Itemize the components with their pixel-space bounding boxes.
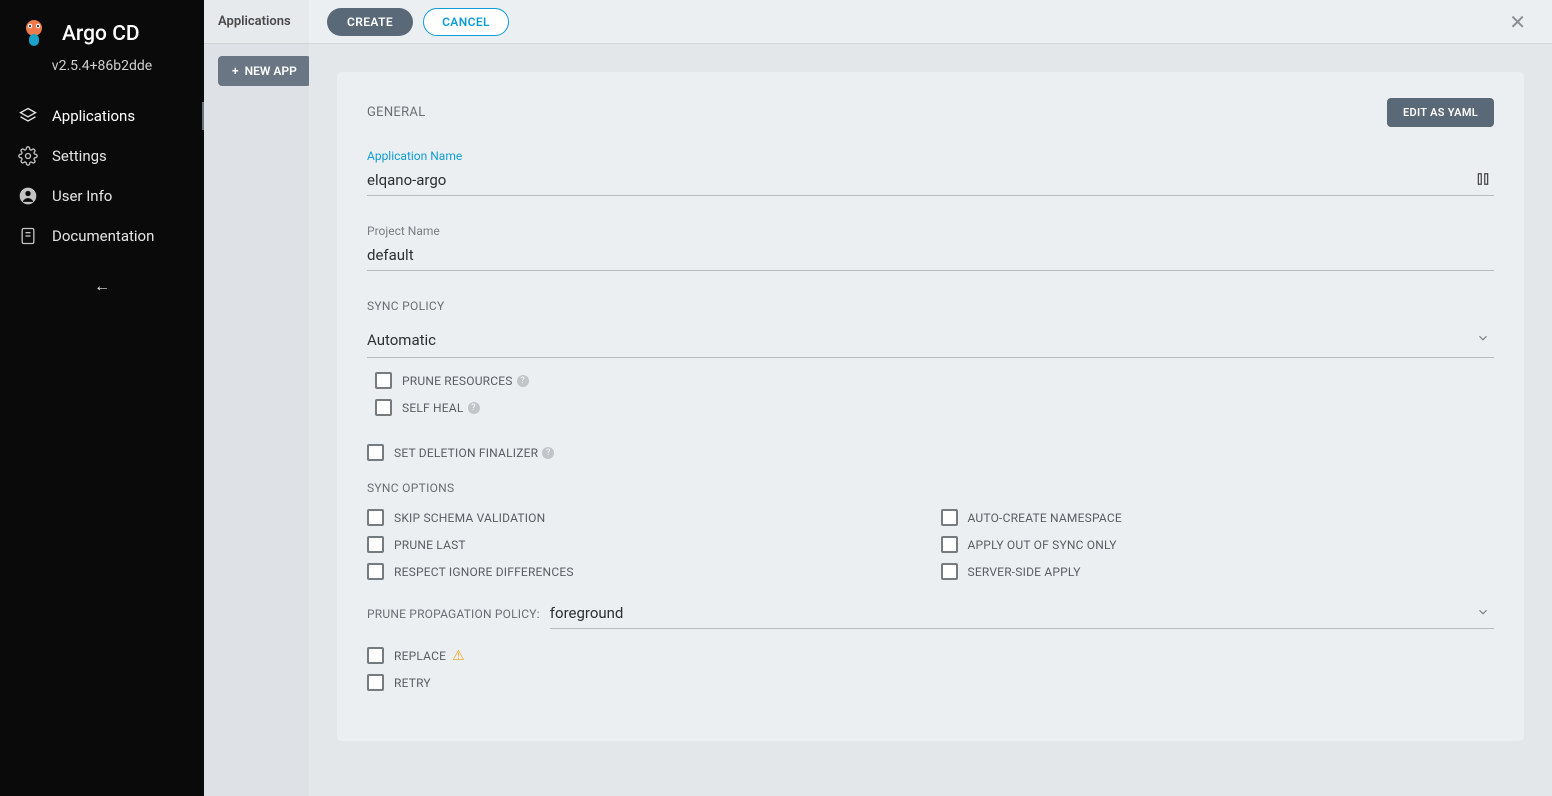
- argo-logo-icon: [18, 18, 50, 50]
- create-app-panel: CREATE CANCEL ✕ GENERAL EDIT AS YAML App…: [309, 0, 1552, 796]
- sync-policy-value: Automatic: [367, 331, 436, 349]
- nav-documentation[interactable]: Documentation: [0, 216, 204, 256]
- application-name-field: Application Name: [367, 149, 1494, 196]
- skip-schema-checkbox[interactable]: [367, 509, 384, 526]
- checkbox-label: SERVER-SIDE APPLY: [968, 565, 1081, 579]
- self-heal-checkbox[interactable]: [375, 399, 392, 416]
- nav: Applications Settings User Info Document…: [0, 96, 204, 256]
- checkbox-label: SET DELETION FINALIZER?: [394, 446, 554, 460]
- sync-options-label: SYNC OPTIONS: [367, 481, 1494, 495]
- cancel-button[interactable]: CANCEL: [423, 8, 509, 36]
- user-icon: [18, 186, 38, 206]
- field-label: Project Name: [367, 224, 1494, 238]
- checkbox-label: SELF HEAL?: [402, 401, 480, 415]
- auto-create-ns-checkbox[interactable]: [941, 509, 958, 526]
- sync-options-grid: SKIP SCHEMA VALIDATION PRUNE LAST RESPEC…: [367, 509, 1494, 590]
- section-heading: GENERAL EDIT AS YAML: [367, 98, 1494, 127]
- retry-row: RETRY: [367, 674, 1494, 691]
- info-icon: ?: [542, 447, 554, 459]
- info-icon: ?: [468, 402, 480, 414]
- prune-resources-checkbox[interactable]: [375, 372, 392, 389]
- edit-icon[interactable]: [1476, 171, 1490, 190]
- checkbox-label: APPLY OUT OF SYNC ONLY: [968, 538, 1117, 552]
- nav-user-info[interactable]: User Info: [0, 176, 204, 216]
- project-name-field: Project Name: [367, 224, 1494, 271]
- sidebar: Argo CD v2.5.4+86b2dde Applications Sett…: [0, 0, 204, 796]
- general-card: GENERAL EDIT AS YAML Application Name Pr…: [337, 72, 1524, 741]
- nav-label: Applications: [52, 107, 135, 125]
- version-text: v2.5.4+86b2dde: [0, 58, 204, 74]
- plus-icon: +: [232, 64, 239, 78]
- project-name-input[interactable]: [367, 242, 1494, 271]
- brand-row: Argo CD: [0, 18, 204, 50]
- sync-policy-label: SYNC POLICY: [367, 299, 1494, 313]
- respect-ignore-row: RESPECT IGNORE DIFFERENCES: [367, 563, 921, 580]
- auto-create-ns-row: AUTO-CREATE NAMESPACE: [941, 509, 1495, 526]
- server-side-checkbox[interactable]: [941, 563, 958, 580]
- create-button[interactable]: CREATE: [327, 8, 413, 36]
- checkbox-label: RETRY: [394, 676, 431, 690]
- page-title: Applications: [218, 14, 291, 29]
- panel-body: GENERAL EDIT AS YAML Application Name Pr…: [309, 44, 1552, 796]
- prune-propagation-row: PRUNE PROPAGATION POLICY:: [367, 600, 1494, 629]
- brand-name: Argo CD: [62, 22, 140, 46]
- prune-propagation-select[interactable]: [550, 600, 1494, 629]
- new-app-button[interactable]: + NEW APP: [218, 56, 311, 86]
- finalizer-block: SET DELETION FINALIZER?: [367, 444, 1494, 461]
- warning-icon: ⚠: [452, 648, 465, 664]
- nav-applications[interactable]: Applications: [0, 96, 204, 136]
- checkbox-label: SKIP SCHEMA VALIDATION: [394, 511, 545, 525]
- panel-top-bar: CREATE CANCEL ✕: [309, 0, 1552, 44]
- nav-label: Settings: [52, 147, 107, 165]
- retry-checkbox[interactable]: [367, 674, 384, 691]
- field-label: Application Name: [367, 149, 1494, 163]
- close-icon[interactable]: ✕: [1501, 6, 1534, 38]
- skip-schema-row: SKIP SCHEMA VALIDATION: [367, 509, 921, 526]
- apply-oos-checkbox[interactable]: [941, 536, 958, 553]
- sync-policy-block: SYNC POLICY Automatic PRUNE RESOURCES? S…: [367, 299, 1494, 416]
- checkbox-label: PRUNE RESOURCES?: [402, 374, 529, 388]
- prune-last-row: PRUNE LAST: [367, 536, 921, 553]
- gear-icon: [18, 146, 38, 166]
- prune-resources-row: PRUNE RESOURCES?: [375, 372, 1494, 389]
- section-title-general: GENERAL: [367, 105, 426, 120]
- edit-as-yaml-button[interactable]: EDIT AS YAML: [1387, 98, 1494, 127]
- replace-checkbox[interactable]: [367, 647, 384, 664]
- info-icon: ?: [517, 375, 529, 387]
- set-deletion-finalizer-checkbox[interactable]: [367, 444, 384, 461]
- create-app-panel-overlay: CREATE CANCEL ✕ GENERAL EDIT AS YAML App…: [309, 0, 1552, 796]
- respect-ignore-checkbox[interactable]: [367, 563, 384, 580]
- layers-icon: [18, 106, 38, 126]
- checkbox-label: REPLACE⚠: [394, 648, 465, 664]
- chevron-down-icon: [1476, 331, 1490, 349]
- button-label: NEW APP: [245, 64, 297, 78]
- sync-policy-select[interactable]: Automatic: [367, 327, 1494, 358]
- book-icon: [18, 226, 38, 246]
- application-name-input[interactable]: [367, 167, 1494, 196]
- prune-propagation-label: PRUNE PROPAGATION POLICY:: [367, 607, 540, 629]
- nav-settings[interactable]: Settings: [0, 136, 204, 176]
- checkbox-label: RESPECT IGNORE DIFFERENCES: [394, 565, 574, 579]
- replace-row: REPLACE⚠: [367, 647, 1494, 664]
- apply-oos-row: APPLY OUT OF SYNC ONLY: [941, 536, 1495, 553]
- arrow-left-icon: ←: [94, 276, 110, 295]
- nav-label: User Info: [52, 187, 112, 205]
- set-deletion-finalizer-row: SET DELETION FINALIZER?: [367, 444, 1494, 461]
- server-side-row: SERVER-SIDE APPLY: [941, 563, 1495, 580]
- nav-label: Documentation: [52, 227, 154, 245]
- checkbox-label: PRUNE LAST: [394, 538, 466, 552]
- self-heal-row: SELF HEAL?: [375, 399, 1494, 416]
- collapse-sidebar[interactable]: ←: [0, 276, 204, 296]
- prune-last-checkbox[interactable]: [367, 536, 384, 553]
- checkbox-label: AUTO-CREATE NAMESPACE: [968, 511, 1122, 525]
- prune-propagation-value[interactable]: [550, 600, 1494, 629]
